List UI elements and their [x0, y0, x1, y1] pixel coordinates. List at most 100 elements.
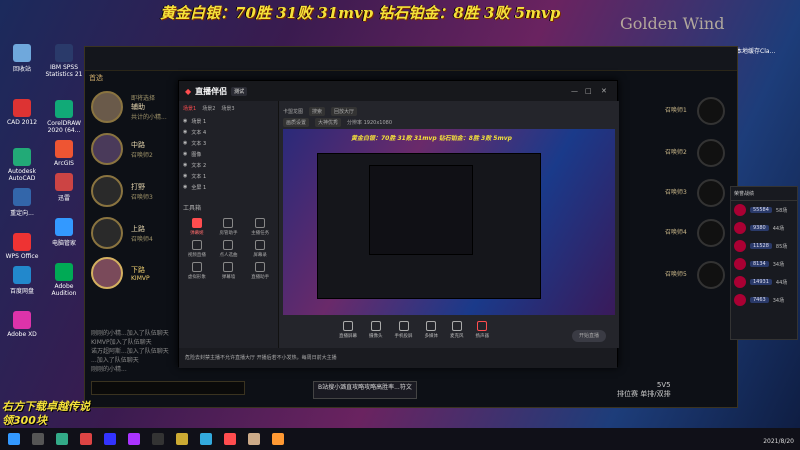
scene-item[interactable]: ◉ 文本 2: [179, 160, 278, 171]
tool-danmaku-wall[interactable]: 弹幕墙: [215, 262, 243, 280]
camera-button[interactable]: 摄像头: [369, 321, 383, 339]
desktop-icon[interactable]: IBM SPSS Statistics 21: [42, 44, 86, 78]
desktop-icon[interactable]: 重定向...: [0, 188, 44, 217]
scene-panel: 场景1 场景2 场景3 ◉ 场景 1 ◉ 文本 4 ◉ 文本 3 ◉ 图像 ◉ 文本 2 …: [179, 101, 279, 348]
honor-row[interactable]: 14931 44场: [731, 273, 797, 291]
desktop-icon[interactable]: Adobe Audition: [42, 263, 86, 297]
app-icon: [13, 99, 31, 117]
speaker-button[interactable]: 扬声器: [476, 321, 489, 339]
scene-item[interactable]: ◉ 文本 4: [179, 127, 278, 138]
app-icon: [13, 188, 31, 206]
eye-icon[interactable]: ◉: [183, 162, 187, 169]
scene-item[interactable]: ◉ 图像: [179, 149, 278, 160]
rune-message-button[interactable]: B站搜小潞直攻略攻略高胜率...符文: [313, 381, 417, 399]
honor-row[interactable]: 11528 85场: [731, 237, 797, 255]
media-button[interactable]: 多媒体: [425, 321, 438, 339]
start-live-button[interactable]: 开始直播: [572, 330, 606, 342]
system-clock[interactable]: 2021/8/20: [763, 430, 794, 445]
tool-assistant[interactable]: 直播助手: [246, 262, 274, 280]
scene-item[interactable]: ◉ 全屏 1: [179, 182, 278, 193]
eye-icon[interactable]: ◉: [183, 140, 187, 147]
desktop-icon[interactable]: 回收站: [0, 44, 44, 73]
honor-panel: 荣誉战绩 55584 58场 9380 44场 11528 85场 8134 34场 1…: [730, 186, 798, 340]
eye-icon[interactable]: ◉: [183, 184, 187, 191]
eye-icon[interactable]: ◉: [183, 129, 187, 136]
song-icon: [223, 240, 234, 250]
quality-settings-button[interactable]: 画质设置: [283, 118, 310, 127]
player-avatar: [91, 91, 123, 123]
lol-icon[interactable]: [176, 433, 188, 445]
close-icon[interactable]: ✕: [601, 87, 607, 95]
photoshop-icon[interactable]: [104, 433, 116, 445]
desktop-icon[interactable]: 电脑管家: [42, 218, 86, 247]
player-slot-support[interactable]: 即将选择 辅助 共计的小精...: [91, 91, 167, 123]
task-view-icon[interactable]: [32, 433, 44, 445]
game-taskbar-icon[interactable]: [248, 433, 260, 445]
desktop-icon[interactable]: ArcGIS: [42, 140, 86, 167]
windows-start-icon[interactable]: [8, 433, 20, 445]
tab-scene-1[interactable]: 场景1: [183, 105, 196, 112]
browser-icon[interactable]: [56, 433, 68, 445]
desktop-icon[interactable]: WPS Office: [0, 233, 44, 260]
eye-icon[interactable]: ◉: [183, 151, 187, 158]
streamer-titlebar: ◆ 直播伴侣 测试: [179, 81, 617, 101]
tool-avatar[interactable]: 虚拟形象: [183, 262, 211, 280]
app-icon: [13, 233, 31, 251]
tool-record[interactable]: 屏幕录: [246, 240, 274, 258]
honor-row[interactable]: 7463 34场: [731, 291, 797, 309]
scene-item[interactable]: ◉ 场景 1: [179, 116, 278, 127]
microphone-button[interactable]: 麦克风: [450, 321, 464, 339]
streamer-taskbar-icon[interactable]: [224, 433, 236, 445]
scene-item[interactable]: ◉ 文本 1: [179, 171, 278, 182]
app-icon: [55, 140, 73, 158]
enemy-slot: [697, 139, 725, 167]
honor-row[interactable]: 55584 58场: [731, 201, 797, 219]
avatar: [734, 294, 746, 306]
eye-icon[interactable]: ◉: [183, 118, 187, 125]
tool-tasks[interactable]: 主播任务: [246, 218, 274, 236]
tool-danmaku[interactable]: 弹幕姬: [183, 218, 211, 236]
microphone-icon: [451, 321, 462, 331]
replay-hall-button[interactable]: 回放大厅: [331, 107, 358, 116]
tab-scene-3[interactable]: 场景3: [221, 105, 234, 112]
app-icon[interactable]: [152, 433, 164, 445]
source-toolbar: 直播屏幕 摄像头 手机投屏 多媒体 麦克风 扬声器: [339, 321, 489, 339]
honor-row[interactable]: 8134 34场: [731, 255, 797, 273]
honor-row[interactable]: 9380 44场: [731, 219, 797, 237]
desktop-icon[interactable]: CAD 2012: [0, 99, 44, 126]
tool-song[interactable]: 点人选曲: [215, 240, 243, 258]
app-icon[interactable]: [272, 433, 284, 445]
wall-icon: [223, 262, 234, 272]
eye-icon[interactable]: ◉: [183, 173, 187, 180]
stream-preview[interactable]: 黄金白银：70胜 31败 31mvp 钻石铂金：8胜 3败 5mvp: [283, 129, 615, 315]
golden-wind-text: Golden Wind: [620, 14, 725, 33]
phone-cast-button[interactable]: 手机投屏: [395, 321, 413, 339]
player-slot-jungle[interactable]: 打野 召唤师3: [91, 175, 153, 207]
chat-input[interactable]: [91, 381, 245, 395]
player-slot-top[interactable]: 上路 召唤师4: [91, 217, 153, 249]
tool-video[interactable]: 视频直播: [183, 240, 211, 258]
premiere-icon[interactable]: [128, 433, 140, 445]
avatar: [734, 222, 746, 234]
chrome-icon[interactable]: [80, 433, 92, 445]
player-slot-mid[interactable]: 中路 召唤师2: [91, 133, 153, 165]
scene-item[interactable]: ◉ 文本 3: [179, 138, 278, 149]
lobby-tab[interactable]: 首选: [89, 73, 103, 83]
desktop-icon[interactable]: Autodesk AutoCAD: [0, 148, 44, 182]
screen-capture-button[interactable]: 直播屏幕: [339, 321, 357, 339]
search-icon[interactable]: [200, 433, 212, 445]
desktop-icon[interactable]: 百度网盘: [0, 266, 44, 295]
desktop-icon[interactable]: 迅雷: [42, 173, 86, 202]
camera-icon: [370, 321, 381, 331]
app-icon: [13, 148, 31, 166]
desktop-icon[interactable]: Adobe XD: [0, 311, 44, 338]
search-button[interactable]: 搜索: [309, 107, 326, 116]
maximize-icon[interactable]: □: [585, 87, 592, 95]
tab-scene-2[interactable]: 场景2: [202, 105, 215, 112]
preset-select[interactable]: 大神优秀: [315, 118, 342, 127]
desktop-icon[interactable]: CorelDRAW 2020 (64...: [42, 100, 86, 134]
avatar: [734, 258, 746, 270]
player-slot-bottom[interactable]: 下路 KIMVP: [91, 257, 150, 289]
minimize-icon[interactable]: —: [571, 87, 578, 95]
tool-room-admin[interactable]: 房管助手: [215, 218, 243, 236]
